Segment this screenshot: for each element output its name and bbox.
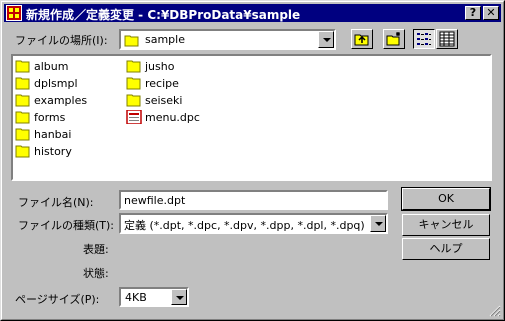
folder-icon xyxy=(126,94,141,107)
file-name: history xyxy=(34,145,72,158)
ok-button[interactable]: OK xyxy=(401,187,491,211)
location-value: sample xyxy=(145,33,185,46)
title-bar[interactable]: 新規作成／定義変更 - C:¥DBProData¥sample ? ✕ xyxy=(4,4,501,22)
resize-grip-icon[interactable] xyxy=(489,305,501,317)
filename-label: ファイル名(N): xyxy=(18,196,94,209)
filename-input[interactable]: newfile.dpt xyxy=(119,190,388,210)
status-field-label: 状態: xyxy=(83,267,109,280)
location-dropdown-button[interactable] xyxy=(318,31,334,48)
filetype-label: ファイルの種類(T): xyxy=(18,219,115,232)
folder-icon xyxy=(126,60,141,73)
details-view-icon xyxy=(439,31,455,47)
pagesize-value: 4KB xyxy=(125,291,147,304)
filetype-value: 定義 (*.dpt, *.dpc, *.dpv, *.dpp, *.dpl, *… xyxy=(124,219,365,232)
pagesize-dropdown-button[interactable] xyxy=(171,289,187,305)
list-view-button[interactable] xyxy=(413,29,435,49)
filetype-dropdown-button[interactable] xyxy=(370,215,386,232)
file-name: forms xyxy=(34,111,66,124)
folder-icon xyxy=(126,77,141,90)
filename-value: newfile.dpt xyxy=(124,194,186,207)
pagesize-select[interactable]: 4KB xyxy=(119,287,189,307)
folder-icon xyxy=(15,111,30,124)
file-name: dplsmpl xyxy=(34,77,78,90)
folder-open-icon xyxy=(124,35,139,47)
cancel-button[interactable]: キャンセル xyxy=(402,214,490,236)
help-button[interactable]: ヘルプ xyxy=(402,238,490,260)
details-view-button[interactable] xyxy=(436,29,458,49)
file-name: album xyxy=(34,60,69,73)
file-name: examples xyxy=(34,94,88,107)
new-folder-icon xyxy=(386,32,400,46)
file-name: menu.dpc xyxy=(145,111,200,124)
folder-icon xyxy=(15,60,30,73)
help-title-button[interactable]: ? xyxy=(465,6,481,20)
folder-icon xyxy=(15,128,30,141)
window-title: 新規作成／定義変更 - C:¥DBProData¥sample xyxy=(26,8,301,22)
file-name: jusho xyxy=(145,60,175,73)
folder-icon xyxy=(15,94,30,107)
pagesize-label: ページサイズ(P): xyxy=(15,293,100,306)
document-icon xyxy=(126,110,142,124)
up-folder-button[interactable] xyxy=(351,29,373,49)
up-folder-icon xyxy=(354,34,369,46)
title-field-label: 表題: xyxy=(83,243,109,256)
list-view-icon xyxy=(417,33,431,45)
file-name: recipe xyxy=(145,77,179,90)
close-button[interactable]: ✕ xyxy=(483,6,499,20)
filetype-select[interactable]: 定義 (*.dpt, *.dpc, *.dpv, *.dpp, *.dpl, *… xyxy=(119,213,388,234)
folder-icon xyxy=(15,145,30,158)
new-folder-button[interactable] xyxy=(383,29,405,49)
file-dialog-window: 新規作成／定義変更 - C:¥DBProData¥sample ? ✕ ファイル… xyxy=(0,0,505,321)
file-name: seiseki xyxy=(145,94,183,107)
file-name: hanbai xyxy=(34,128,72,141)
location-label: ファイルの場所(I): xyxy=(15,34,108,47)
location-combo[interactable]: sample xyxy=(119,29,336,50)
app-icon xyxy=(6,5,22,21)
folder-icon xyxy=(15,77,30,90)
file-list[interactable]: album dplsmpl examples forms hanbai hist… xyxy=(11,54,492,181)
